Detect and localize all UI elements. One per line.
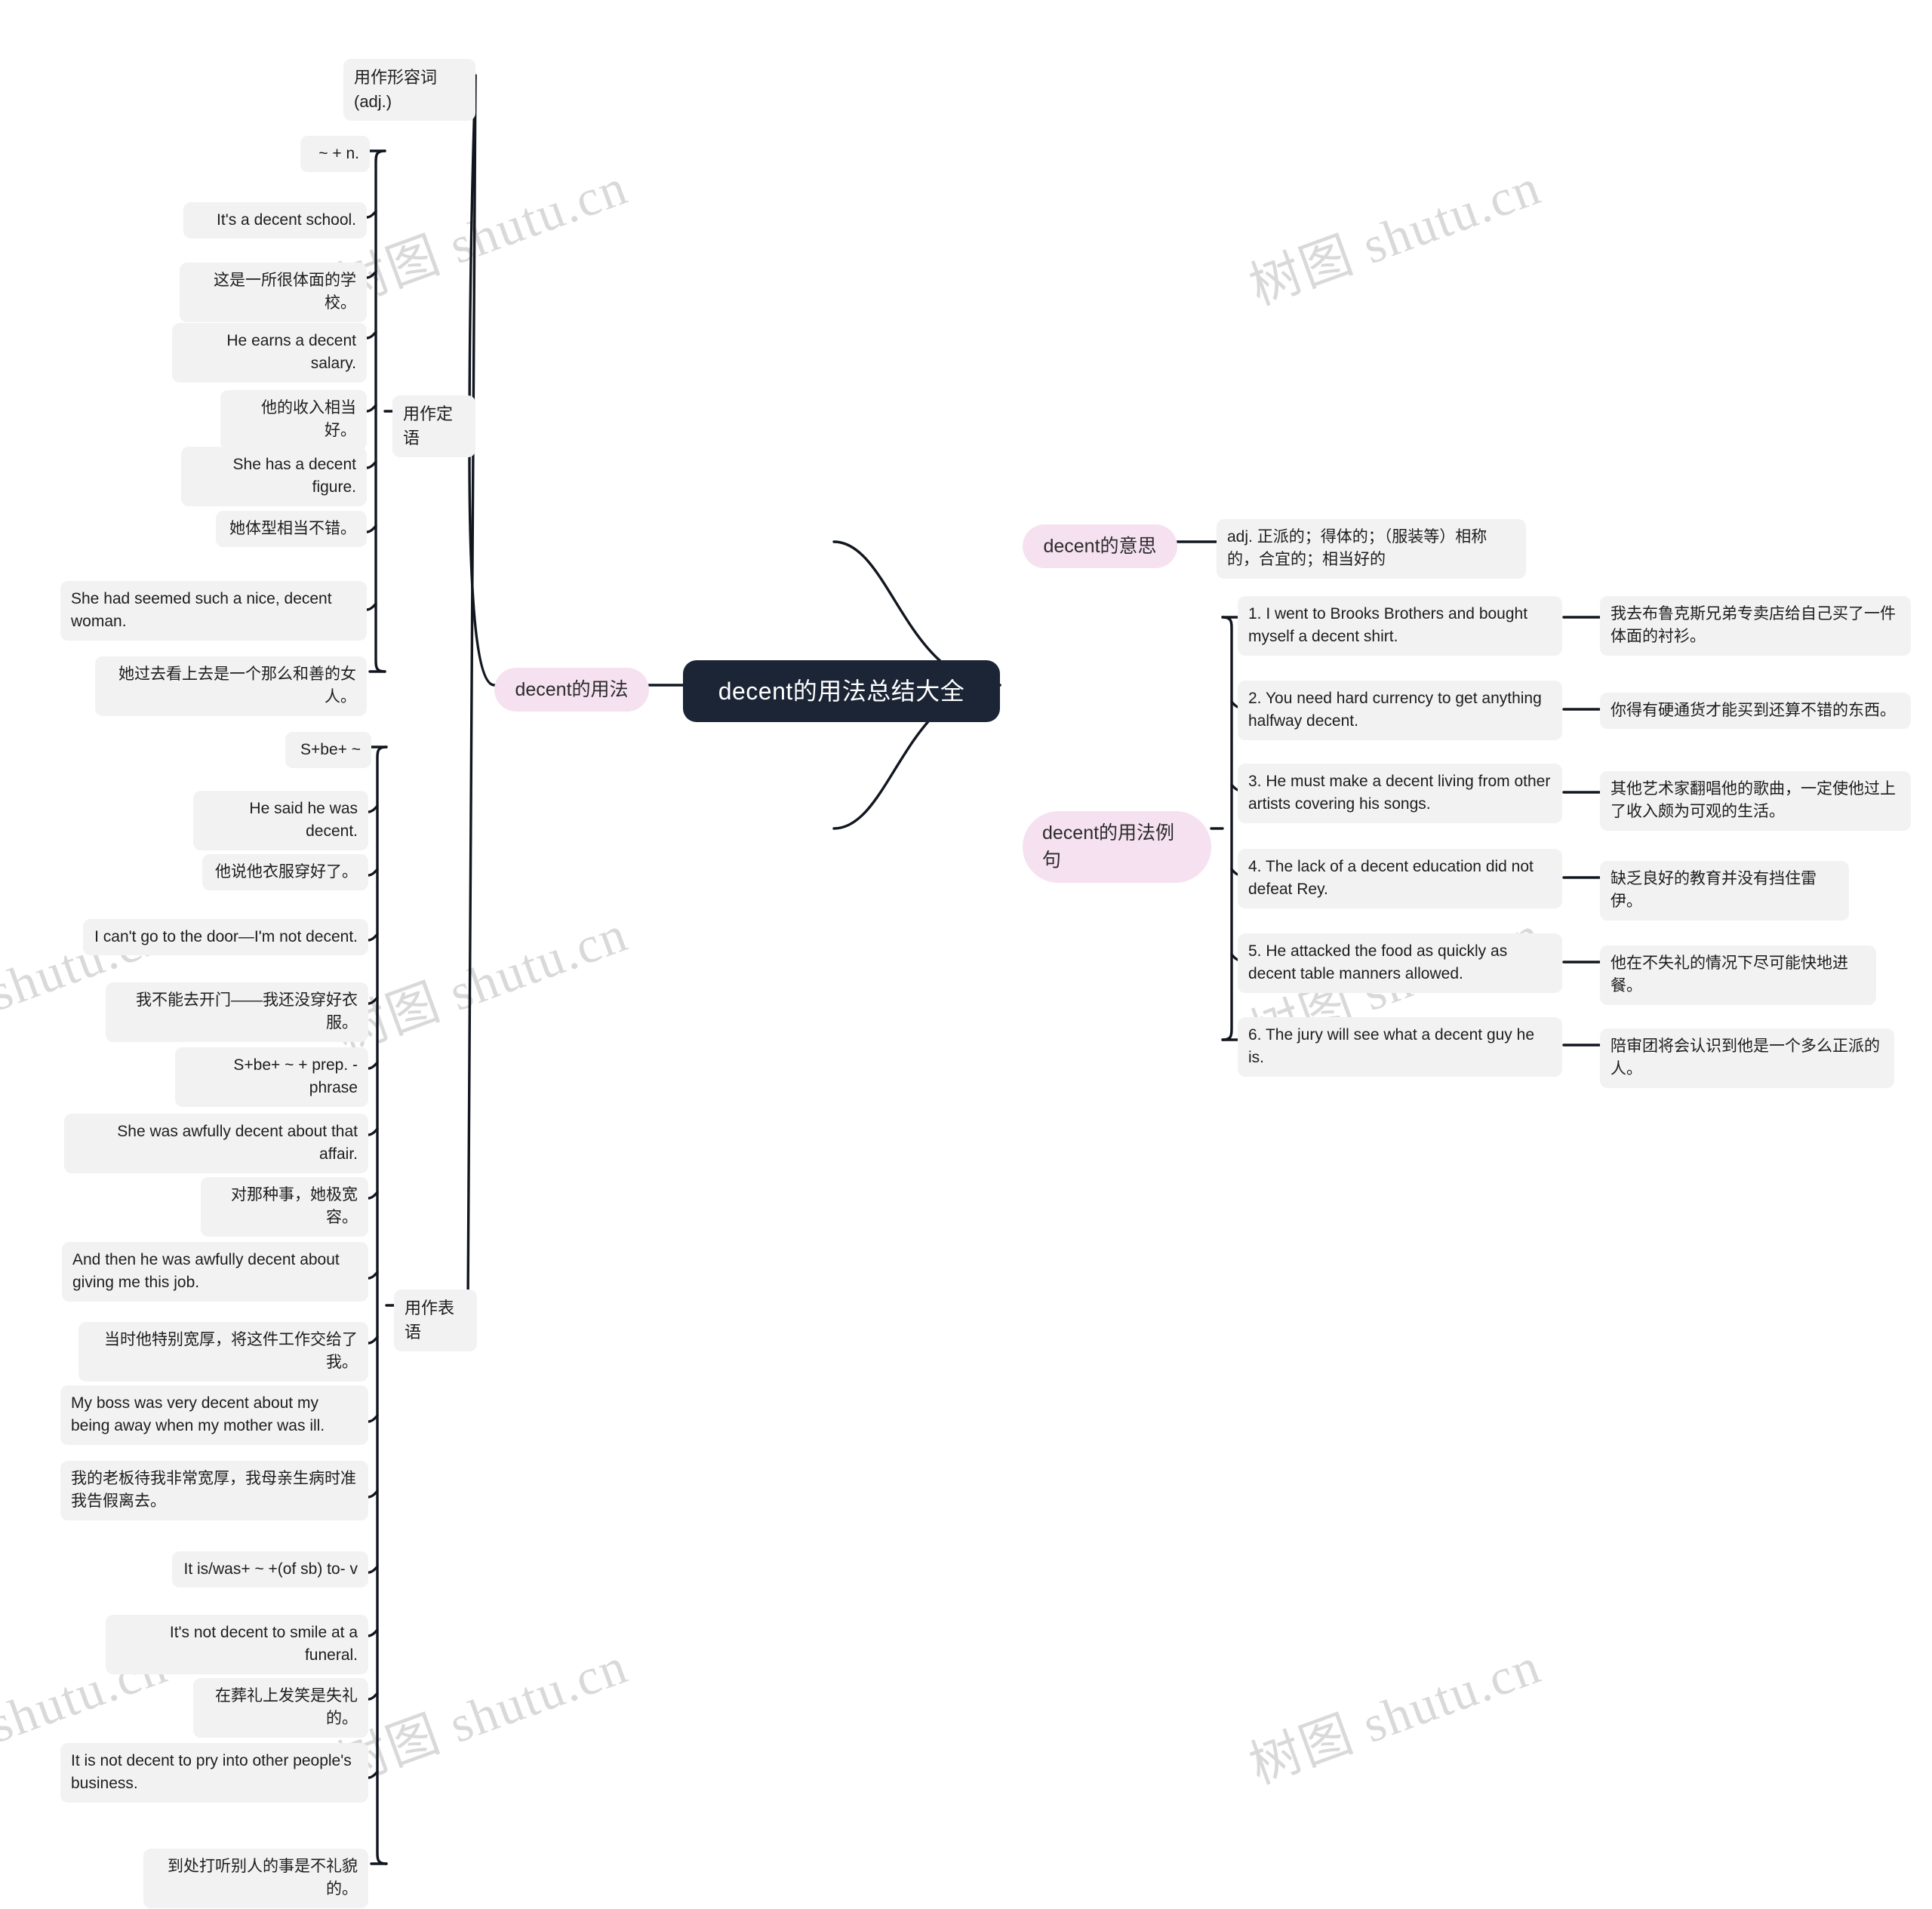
list-item[interactable]: 我不能去开门——我还没穿好衣服。 <box>106 982 368 1042</box>
table-row[interactable]: 缺乏良好的教育并没有挡住雷伊。 <box>1600 861 1849 921</box>
list-item[interactable]: 在葬礼上发笑是失礼的。 <box>193 1678 368 1738</box>
example-zh: 陪审团将会认识到他是一个多么正派的人。 <box>1611 1038 1880 1078</box>
table-row[interactable]: 他在不失礼的情况下尽可能快地进餐。 <box>1600 945 1876 1005</box>
branch-meaning-label: decent的意思 <box>1043 536 1157 557</box>
leaf-text: 他的收入相当好。 <box>261 399 356 440</box>
list-item[interactable]: 他说他衣服穿好了。 <box>202 854 368 891</box>
branch-examples[interactable]: decent的用法例句 <box>1023 811 1211 883</box>
leaf-text: 对那种事，她极宽容。 <box>231 1186 358 1227</box>
leaf-text: S+be+ ~ <box>300 741 361 758</box>
table-row[interactable]: 你得有硬通货才能买到还算不错的东西。 <box>1600 693 1911 730</box>
list-item[interactable]: 她体型相当不错。 <box>216 511 367 548</box>
example-zh: 其他艺术家翻唱他的歌曲，一定使他过上了收入颇为可观的生活。 <box>1611 780 1896 821</box>
list-item[interactable]: 他的收入相当好。 <box>220 390 367 450</box>
branch-meaning[interactable]: decent的意思 <box>1023 524 1177 569</box>
leaf-text: It's not decent to smile at a funeral. <box>169 1624 358 1665</box>
list-item[interactable]: 到处打听别人的事是不礼貌的。 <box>143 1849 368 1908</box>
branch-usage[interactable]: decent的用法 <box>494 668 649 712</box>
list-item[interactable]: He said he was decent. <box>193 791 368 850</box>
node-adjective-label: 用作形容词(adj.) <box>354 68 438 111</box>
leaf-text: S+be+ ~ + prep. -phrase <box>233 1056 358 1097</box>
list-item[interactable]: My boss was very decent about my being a… <box>60 1385 368 1445</box>
list-item[interactable]: I can't go to the door—I'm not decent. <box>83 919 368 956</box>
leaf-text: He said he was decent. <box>249 800 358 841</box>
example-zh: 缺乏良好的教育并没有挡住雷伊。 <box>1611 870 1817 911</box>
table-row[interactable]: 1. I went to Brooks Brothers and bought … <box>1238 596 1562 656</box>
leaf-text: She had seemed such a nice, decent woman… <box>71 590 332 631</box>
list-item[interactable]: It is not decent to pry into other peopl… <box>60 1743 368 1803</box>
leaf-text: 当时他特别宽厚，将这件工作交给了我。 <box>104 1331 358 1372</box>
list-item[interactable]: She had seemed such a nice, decent woman… <box>60 581 367 641</box>
list-item[interactable]: S+be+ ~ + prep. -phrase <box>175 1047 368 1107</box>
node-attributive-label: 用作定语 <box>403 404 454 447</box>
leaf-text: It is/was+ ~ +(of sb) to- v <box>183 1560 358 1578</box>
leaf-text: 在葬礼上发笑是失礼的。 <box>215 1687 358 1728</box>
definition-text: adj. 正派的；得体的；（服装等）相称的，合宜的；相当好的 <box>1227 528 1487 569</box>
table-row[interactable]: 其他艺术家翻唱他的歌曲，一定使他过上了收入颇为可观的生活。 <box>1600 771 1911 831</box>
branch-examples-label: decent的用法例句 <box>1042 822 1175 872</box>
example-en: 3. He must make a decent living from oth… <box>1248 773 1551 813</box>
leaf-text: She was awfully decent about that affair… <box>117 1123 358 1164</box>
table-row[interactable]: 3. He must make a decent living from oth… <box>1238 764 1562 823</box>
list-item[interactable]: And then he was awfully decent about giv… <box>62 1242 368 1302</box>
leaf-text: 她过去看上去是一个那么和善的女人。 <box>118 666 356 706</box>
table-row[interactable]: 我去布鲁克斯兄弟专卖店给自己买了一件体面的衬衫。 <box>1600 596 1911 656</box>
leaf-text: 我的老板待我非常宽厚，我母亲生病时准我告假离去。 <box>71 1470 356 1511</box>
leaf-text: 这是一所很体面的学校。 <box>214 272 356 312</box>
list-item[interactable]: 这是一所很体面的学校。 <box>180 263 367 322</box>
definition-box[interactable]: adj. 正派的；得体的；（服装等）相称的，合宜的；相当好的 <box>1217 519 1526 579</box>
table-row[interactable]: 6. The jury will see what a decent guy h… <box>1238 1017 1562 1077</box>
leaf-text: He earns a decent salary. <box>226 332 356 373</box>
example-en: 4. The lack of a decent education did no… <box>1248 858 1534 899</box>
root-node[interactable]: decent的用法总结大全 <box>683 660 1000 723</box>
list-item[interactable]: It's a decent school. <box>183 202 367 239</box>
node-predicative[interactable]: 用作表语 <box>394 1290 477 1351</box>
leaf-text: 她体型相当不错。 <box>229 520 356 537</box>
list-item[interactable]: She was awfully decent about that affair… <box>64 1114 368 1173</box>
example-zh: 你得有硬通货才能买到还算不错的东西。 <box>1611 702 1896 719</box>
root-label: decent的用法总结大全 <box>718 678 965 705</box>
node-adjective[interactable]: 用作形容词(adj.) <box>343 59 475 121</box>
table-row[interactable]: 5. He attacked the food as quickly as de… <box>1238 933 1562 993</box>
leaf-text: It's a decent school. <box>217 211 356 229</box>
list-item[interactable]: It is/was+ ~ +(of sb) to- v <box>172 1551 368 1588</box>
example-en: 2. You need hard currency to get anythin… <box>1248 690 1542 730</box>
node-predicative-label: 用作表语 <box>405 1299 455 1342</box>
list-item[interactable]: It's not decent to smile at a funeral. <box>106 1615 368 1674</box>
list-item[interactable]: ~ + n. <box>300 136 370 173</box>
leaf-text: 他说他衣服穿好了。 <box>215 863 358 881</box>
example-zh: 我去布鲁克斯兄弟专卖店给自己买了一件体面的衬衫。 <box>1611 605 1896 646</box>
leaf-text: 我不能去开门——我还没穿好衣服。 <box>136 991 358 1032</box>
leaf-text: And then he was awfully decent about giv… <box>72 1251 340 1292</box>
list-item[interactable]: 当时他特别宽厚，将这件工作交给了我。 <box>78 1322 368 1382</box>
example-en: 1. I went to Brooks Brothers and bought … <box>1248 605 1528 646</box>
leaf-text: She has a decent figure. <box>232 456 356 496</box>
list-item[interactable]: 我的老板待我非常宽厚，我母亲生病时准我告假离去。 <box>60 1461 368 1520</box>
table-row[interactable]: 2. You need hard currency to get anythin… <box>1238 681 1562 740</box>
table-row[interactable]: 陪审团将会认识到他是一个多么正派的人。 <box>1600 1028 1894 1088</box>
list-item[interactable]: He earns a decent salary. <box>172 323 367 383</box>
leaf-text: ~ + n. <box>318 145 359 162</box>
list-item[interactable]: S+be+ ~ <box>285 732 371 769</box>
list-item[interactable]: 对那种事，她极宽容。 <box>201 1177 368 1237</box>
example-en: 5. He attacked the food as quickly as de… <box>1248 942 1508 983</box>
branch-usage-label: decent的用法 <box>515 679 629 700</box>
leaf-text: I can't go to the door—I'm not decent. <box>94 928 358 945</box>
leaf-text: My boss was very decent about my being a… <box>71 1394 325 1435</box>
example-zh: 他在不失礼的情况下尽可能快地进餐。 <box>1611 954 1848 995</box>
list-item[interactable]: She has a decent figure. <box>181 447 367 506</box>
list-item[interactable]: 她过去看上去是一个那么和善的女人。 <box>95 656 367 716</box>
example-en: 6. The jury will see what a decent guy h… <box>1248 1026 1534 1067</box>
table-row[interactable]: 4. The lack of a decent education did no… <box>1238 849 1562 908</box>
leaf-text: It is not decent to pry into other peopl… <box>71 1752 352 1793</box>
leaf-text: 到处打听别人的事是不礼貌的。 <box>168 1858 358 1898</box>
node-attributive[interactable]: 用作定语 <box>392 395 475 457</box>
